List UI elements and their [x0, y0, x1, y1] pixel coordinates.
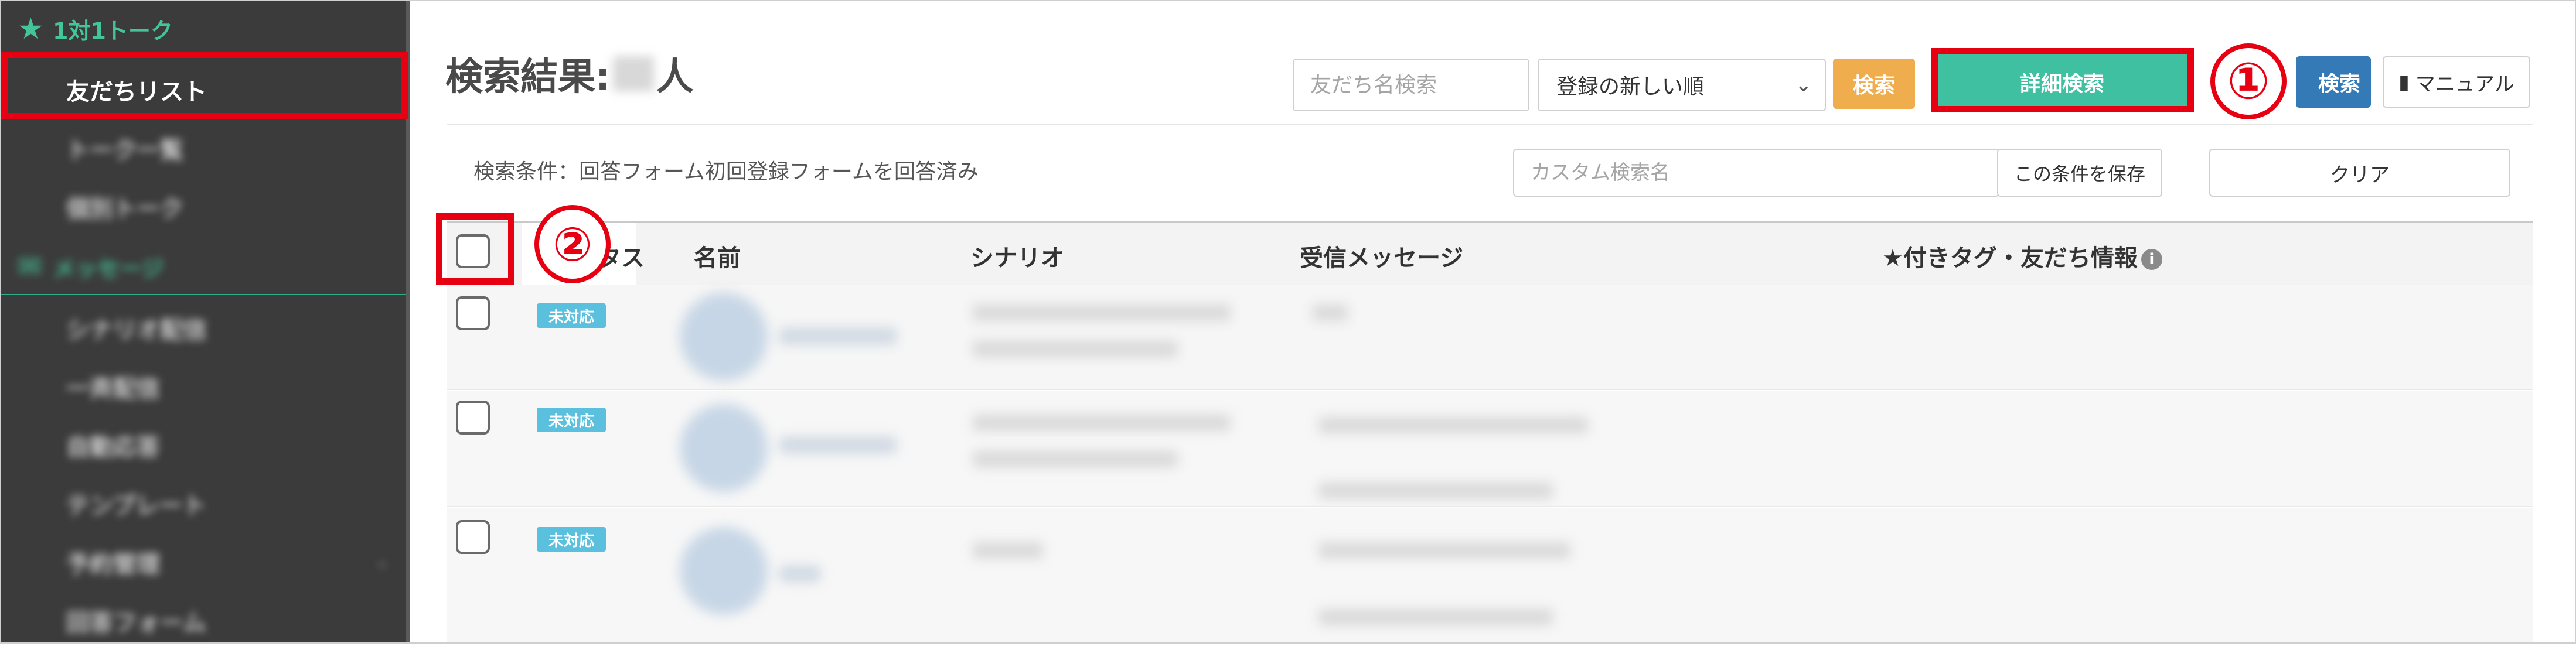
search2-button[interactable]: 検索 [2296, 56, 2371, 108]
message-blurred [1318, 483, 1553, 499]
status-badge: 未対応 [537, 303, 606, 328]
manual-button-label: マニュアル [2415, 72, 2514, 96]
row-checkbox[interactable] [456, 520, 490, 554]
search-button[interactable]: 検索 [1833, 59, 1915, 109]
sidebar-item-scheduled[interactable]: 予約管理 ⌄ [0, 533, 406, 591]
result-count-blurred [612, 56, 654, 91]
table-header [447, 221, 2533, 286]
manual-button[interactable]: ▮ マニュアル [2383, 56, 2530, 108]
detail-search-button-label: 詳細検索 [2019, 72, 2104, 96]
sidebar-divider [0, 294, 406, 295]
sidebar-item-label: テンプレート [66, 492, 206, 519]
sidebar-item-broadcast[interactable]: 一斉配信 [0, 357, 406, 416]
friend-name-blurred [779, 437, 897, 453]
search-button-label: 検索 [1852, 74, 1895, 98]
clear-button[interactable]: クリア [2209, 149, 2510, 197]
avatar [680, 293, 768, 381]
sidebar-section-talk[interactable]: ★ 1対1トーク [0, 4, 406, 54]
book-icon: ▮ [2398, 70, 2410, 94]
scenario-blurred [973, 451, 1178, 467]
sidebar-section-talk-label: 1対1トーク [53, 18, 173, 44]
scenario-blurred [973, 305, 1231, 321]
avatar [680, 527, 768, 615]
sidebar-item-talk-list[interactable]: トーク一覧 [0, 119, 406, 177]
info-icon[interactable]: i [2141, 249, 2162, 270]
sidebar-item-auto-reply[interactable]: 自動応答 [0, 416, 406, 474]
sidebar-item-label: 回答フォーム [66, 610, 206, 637]
select-all-checkbox[interactable] [456, 234, 490, 268]
friend-name-blurred [779, 566, 820, 582]
scenario-blurred [973, 341, 1178, 357]
sort-select-value: 登録の新しい順 [1556, 75, 1705, 99]
annotation-two-label: ② [534, 205, 611, 283]
chevron-down-icon: ⌄ [1795, 73, 1812, 97]
avatar [680, 404, 768, 492]
column-message: 受信メッセージ [1300, 245, 1464, 272]
sidebar-item-scenario[interactable]: シナリオ配信 [0, 299, 406, 357]
sidebar-item-label: 友だちリスト [66, 78, 207, 105]
search2-button-label: 検索 [2318, 72, 2360, 96]
page-title-suffix: 人 [656, 56, 694, 99]
row-divider [447, 389, 2533, 390]
column-tags-label: ★付きタグ・友だち情報 [1882, 245, 2138, 272]
sidebar-section-message-label: メッセージ [53, 255, 164, 282]
sidebar-section-message[interactable]: ✉ メッセージ [0, 241, 406, 292]
message-blurred [1313, 305, 1348, 321]
sidebar-item-answer-form[interactable]: 回答フォーム [0, 591, 406, 650]
chevron-down-icon: ⌄ [376, 553, 389, 571]
message-blurred [1318, 417, 1588, 433]
search-conditions-text: 検索条件：回答フォーム初回登録フォームを回答済み [473, 160, 979, 184]
sidebar-item-label: 自動応答 [66, 434, 160, 461]
row-checkbox[interactable] [456, 401, 490, 435]
custom-search-name-input[interactable] [1513, 149, 1999, 197]
annotation-two: ② [534, 205, 611, 283]
page-title: 検索結果: 人 [445, 47, 694, 101]
megaphone-icon: ✉ [18, 249, 42, 283]
page-title-prefix: 検索結果: [445, 56, 611, 99]
sidebar-item-label: 個別トーク [66, 196, 183, 223]
sidebar-item-individual-talk[interactable]: 個別トーク [0, 177, 406, 236]
sidebar-item-template[interactable]: テンプレート [0, 474, 406, 533]
sort-select[interactable]: 登録の新しい順 ⌄ [1538, 59, 1826, 111]
message-blurred [1318, 609, 1553, 625]
friend-name-search-input[interactable] [1293, 59, 1529, 111]
column-scenario: シナリオ [970, 245, 1064, 272]
save-condition-button[interactable]: この条件を保存 [1997, 149, 2162, 197]
detail-search-button[interactable]: 詳細検索 [1934, 54, 2190, 110]
annotation-one: ① [2210, 43, 2287, 119]
star-icon: ★ [18, 12, 44, 46]
sidebar-item-label: シナリオ配信 [66, 317, 207, 344]
clear-button-label: クリア [2330, 163, 2390, 187]
column-tags: ★付きタグ・友だち情報 i [1882, 239, 2162, 273]
scenario-blurred [973, 542, 1043, 559]
message-blurred [1318, 542, 1570, 559]
column-name: 名前 [694, 245, 741, 272]
sidebar-item-label: 予約管理 [66, 551, 160, 578]
row-divider [447, 506, 2533, 507]
friend-name-blurred [779, 328, 897, 344]
sidebar-item-label: トーク一覧 [66, 137, 183, 164]
annotation-one-label: ① [2227, 52, 2270, 111]
sidebar: ★ 1対1トーク 友だちリスト トーク一覧 個別トーク ✉ メッセージ シナリオ… [0, 0, 406, 644]
status-badge: 未対応 [537, 408, 606, 432]
sidebar-item-friends-list[interactable]: 友だちリスト [0, 60, 406, 119]
row-checkbox[interactable] [456, 296, 490, 330]
scenario-blurred [973, 415, 1231, 431]
sidebar-item-label: 一斉配信 [66, 375, 160, 402]
sidebar-scroll-edge [406, 0, 410, 644]
save-condition-button-label: この条件を保存 [2013, 163, 2145, 185]
status-badge: 未対応 [537, 527, 606, 552]
